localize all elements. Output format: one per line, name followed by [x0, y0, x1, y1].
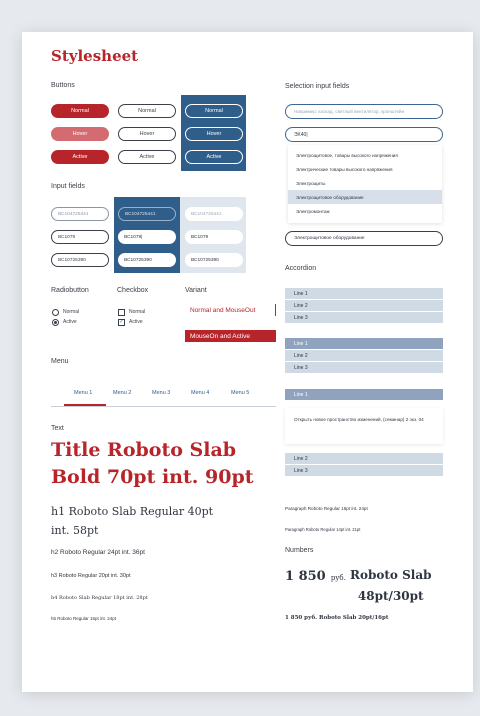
menu-item-1[interactable]: Menu 1 — [74, 390, 92, 396]
page-title: Stylesheet — [51, 47, 139, 65]
text-paragraph-16: Paragraph Roboto Regular 16pt int. 24pt — [285, 506, 368, 511]
dropdown-option-3[interactable]: Электрощиты — [288, 176, 442, 190]
section-checkbox-label: Checkbox — [117, 287, 149, 294]
numbers-big-unit: руб. — [330, 574, 346, 582]
section-variant-label: Variant — [185, 287, 207, 294]
variant-normal[interactable]: Normal and MouseOut — [185, 304, 276, 316]
stylesheet-page: Stylesheet Buttons Normal Normal Normal … — [22, 32, 473, 692]
numbers-small-caption: Roboto Slab 20pt/16pt — [319, 615, 389, 621]
accordion-g1-line3[interactable]: Line 3 — [285, 312, 443, 323]
menu-item-3[interactable]: Menu 3 — [152, 390, 170, 396]
checkbox-normal-label: Normal — [129, 309, 146, 315]
input-row2-focused[interactable]: ВС1079| — [118, 230, 176, 244]
checkbox-active-label: Active — [129, 319, 143, 325]
text-title-sample: Title Roboto Slab Bold 70pt int. 90pt — [51, 437, 254, 491]
dropdown-option-5[interactable]: Электромонтаж — [288, 204, 442, 218]
section-buttons-label: Buttons — [51, 82, 75, 89]
accordion-g4-line2[interactable]: Line 2 — [285, 453, 443, 464]
menu-item-5[interactable]: Menu 5 — [231, 390, 249, 396]
text-h5-sample: h5 Roboto Regular 16pt int. 24pt — [51, 616, 117, 621]
button-active-outline[interactable]: Active — [118, 150, 176, 164]
section-text-label: Text — [51, 425, 64, 432]
text-h1-line2: int. 58pt — [51, 524, 99, 537]
dropdown-option-4-highlighted[interactable]: Электрощитовое оборудование — [288, 190, 442, 204]
section-numbers-label: Numbers — [285, 547, 314, 554]
accordion-g3-header[interactable]: Line 1 — [285, 389, 443, 400]
radio-active[interactable] — [52, 319, 59, 326]
checkbox-active[interactable]: ✓ — [118, 319, 125, 326]
accordion-g3-body: Открыть новое пространство изменений, (с… — [285, 408, 443, 444]
accordion-g2-line2[interactable]: Line 2 — [285, 350, 443, 361]
section-input-fields-label: Input fields — [51, 183, 85, 190]
input-row3-gray[interactable]: ВС10725390 — [185, 253, 243, 267]
numbers-big-caption-line1: Roboto Slab — [350, 568, 432, 582]
radio-active-label: Active — [63, 319, 77, 325]
selection-input-empty[interactable]: Например: каскад, светлый вентилятор, кр… — [285, 104, 443, 119]
accordion-g2-line1[interactable]: Line 1 — [285, 338, 443, 349]
text-title-line2: Bold 70pt int. 90pt — [51, 466, 254, 488]
section-accordion-label: Accordion — [285, 265, 317, 272]
text-h1-line1: h1 Roboto Slab Regular 40pt — [51, 505, 214, 518]
button-hover-outline[interactable]: Hover — [118, 127, 176, 141]
text-title-line1: Title Roboto Slab — [51, 439, 237, 461]
numbers-big-price: 1 850 руб. — [285, 565, 346, 584]
button-hover-inverse[interactable]: Hover — [185, 127, 243, 141]
text-h3-sample: h3 Roboto Regular 20pt int. 30pt — [51, 573, 131, 579]
dropdown-option-1[interactable]: Электрощитовое, товары высокого напряжен… — [288, 148, 442, 162]
input-row3-plain[interactable]: ВС10725390 — [51, 253, 109, 267]
button-normal-inverse[interactable]: Normal — [185, 104, 243, 118]
button-hover-red[interactable]: Hover — [51, 127, 109, 141]
button-active-red[interactable]: Active — [51, 150, 109, 164]
input-row1-plain[interactable]: ВС104725441 — [51, 207, 109, 221]
text-h2-sample: h2 Roboto Regular 24pt int. 36pt — [51, 549, 145, 556]
checkbox-normal[interactable] — [118, 309, 125, 316]
variant-active[interactable]: MouseOn and Active — [185, 330, 276, 342]
accordion-g1-line2[interactable]: Line 2 — [285, 300, 443, 311]
text-h4-sample: h4 Roboto Slab Regular 18pt int. 28pt — [51, 595, 148, 601]
menu-active-indicator — [64, 404, 106, 406]
text-h1-sample: h1 Roboto Slab Regular 40pt int. 58pt — [51, 502, 213, 540]
numbers-small: 1 850 руб. Roboto Slab 20pt/16pt — [285, 615, 388, 621]
section-selection-label: Selection input fields — [285, 83, 350, 90]
accordion-g1-line1[interactable]: Line 1 — [285, 288, 443, 299]
input-row3-blue[interactable]: ВС10725390 — [118, 253, 176, 267]
button-normal-outline[interactable]: Normal — [118, 104, 176, 118]
section-radiobutton-label: Radiobutton — [51, 287, 89, 294]
button-normal-red[interactable]: Normal — [51, 104, 109, 118]
numbers-big-value: 1 850 — [285, 569, 326, 584]
menu-divider — [51, 406, 276, 407]
button-active-inverse[interactable]: Active — [185, 150, 243, 164]
numbers-big-caption-line2: 48pt/30pt — [357, 589, 424, 603]
menu-item-2[interactable]: Menu 2 — [113, 390, 131, 396]
accordion-g2-line3[interactable]: Line 3 — [285, 362, 443, 373]
dropdown-option-2[interactable]: Электрические товары высокого напряжения — [288, 162, 442, 176]
selection-input-query[interactable]: ЭХ40| — [285, 127, 443, 142]
text-paragraph-14: Paragraph Roboto Regular 14pt int. 21pt — [285, 527, 361, 532]
section-menu-label: Menu — [51, 358, 69, 365]
input-row2-plain[interactable]: ВС1079 — [51, 230, 109, 244]
input-row1-disabled[interactable]: ВС104725441 — [185, 207, 243, 221]
radio-normal-label: Normal — [63, 309, 80, 315]
radio-normal[interactable] — [52, 309, 59, 316]
numbers-small-value: 1 850 руб. — [285, 615, 318, 621]
input-row1-blue[interactable]: ВС104725441 — [118, 207, 176, 221]
numbers-big-caption: Roboto Slab 48pt/30pt — [350, 565, 432, 607]
accordion-g4-line3[interactable]: Line 3 — [285, 465, 443, 476]
menu-item-4[interactable]: Menu 4 — [191, 390, 209, 396]
input-row2-gray[interactable]: ВС1079 — [185, 230, 243, 244]
selection-input-selected[interactable]: Электрощитовое оборудование — [285, 231, 443, 246]
